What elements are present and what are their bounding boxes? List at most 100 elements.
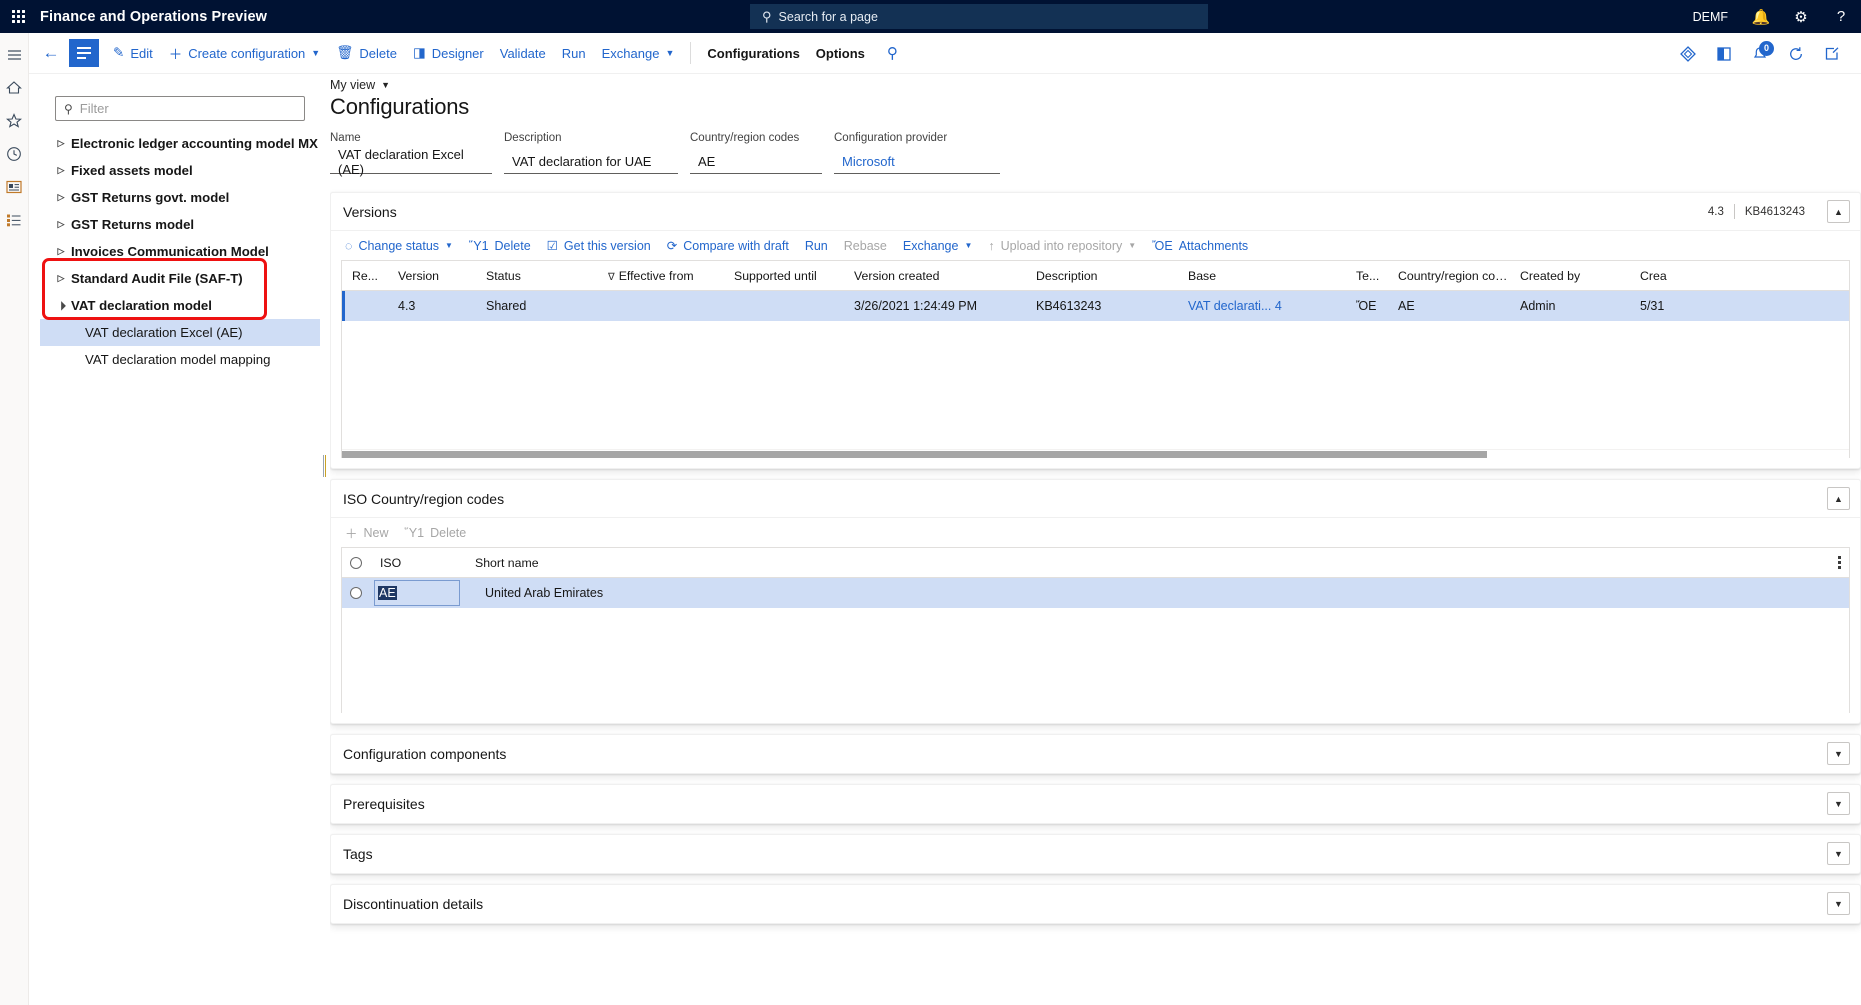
- notifications-count-icon[interactable]: 0: [1743, 37, 1777, 71]
- star-favorites-icon[interactable]: [0, 107, 29, 134]
- chevron-down-icon[interactable]: ▼: [1827, 842, 1850, 865]
- command-search-icon[interactable]: ⚲: [873, 39, 906, 67]
- tab-options[interactable]: Options: [808, 39, 873, 67]
- versions-grid-cell: 4.3: [398, 299, 416, 313]
- panel-open-icon[interactable]: [1707, 37, 1741, 71]
- tree-node[interactable]: ▷ Invoices Communication Model: [40, 238, 320, 265]
- collapsed-triangle-icon[interactable]: ▷: [51, 192, 71, 203]
- versions-column-header[interactable]: Base: [1178, 269, 1346, 283]
- attachments-button[interactable]: ὌE Attachments: [1144, 233, 1256, 259]
- view-selector[interactable]: My view ▼: [330, 78, 390, 92]
- versions-column-header[interactable]: Te...: [1346, 269, 1388, 283]
- tree-node[interactable]: VAT declaration Excel (AE): [40, 319, 320, 346]
- global-search-input[interactable]: ⚲ Search for a page: [750, 4, 1208, 29]
- scrollbar-thumb[interactable]: [342, 451, 1488, 458]
- versions-column-header[interactable]: Version created: [844, 269, 1026, 283]
- fasttab-tags[interactable]: Tags ▼: [330, 834, 1861, 874]
- collapsed-triangle-icon[interactable]: ▷: [51, 246, 71, 257]
- versions-grid-cell[interactable]: VAT declarati... 4: [1178, 299, 1346, 313]
- versions-column-header[interactable]: Re...: [342, 269, 388, 283]
- iso-column-short-name[interactable]: Short name: [465, 556, 765, 570]
- column-options-icon[interactable]: [1838, 556, 1841, 569]
- versions-column-header[interactable]: Crea: [1630, 269, 1690, 283]
- select-all-radio[interactable]: [342, 556, 370, 569]
- create-configuration-button[interactable]: ＋ Create configuration ▼: [161, 39, 329, 67]
- versions-column-header[interactable]: Description: [1026, 269, 1178, 283]
- versions-grid-row[interactable]: 4.3 Shared 3/26/2021 1:24:49 PM KB4613243 VA…: [342, 291, 1849, 321]
- versions-column-header[interactable]: ∇ Effective from: [598, 269, 724, 283]
- versions-column-header[interactable]: Version: [388, 269, 476, 283]
- gear-icon[interactable]: ⚙: [1781, 0, 1821, 33]
- refresh-icon[interactable]: [1779, 37, 1813, 71]
- open-in-new-window-icon[interactable]: [1815, 37, 1849, 71]
- iso-collapse-button[interactable]: ▲: [1827, 487, 1850, 510]
- back-arrow-icon[interactable]: ←: [37, 39, 65, 67]
- chevron-down-icon[interactable]: ▼: [1827, 792, 1850, 815]
- modules-list-icon[interactable]: [0, 206, 29, 233]
- fasttab-discontinuation-details[interactable]: Discontinuation details ▼: [330, 884, 1861, 924]
- iso-column-iso[interactable]: ISO: [370, 556, 465, 570]
- collapsed-triangle-icon[interactable]: ▷: [51, 138, 71, 149]
- edit-button[interactable]: ✎ Edit: [105, 39, 161, 67]
- top-navigation-bar: Finance and Operations Preview ⚲ Search …: [0, 0, 1861, 33]
- versions-column-header[interactable]: Status: [476, 269, 598, 283]
- diagnostics-icon[interactable]: [1671, 37, 1705, 71]
- run-button[interactable]: Run: [554, 39, 594, 67]
- versions-horizontal-scrollbar[interactable]: [342, 449, 1849, 458]
- versions-column-header[interactable]: Supported until: [724, 269, 844, 283]
- header-field: Configuration provider Microsoft: [834, 132, 1012, 174]
- exchange-menu-button[interactable]: Exchange ▼: [594, 39, 683, 67]
- versions-collapse-button[interactable]: ▲: [1827, 200, 1850, 223]
- question-mark-icon[interactable]: ?: [1821, 0, 1861, 33]
- tree-node[interactable]: ◢ VAT declaration model: [40, 292, 320, 319]
- field-input[interactable]: VAT declaration Excel (AE): [330, 147, 492, 177]
- fasttab-header[interactable]: Tags ▼: [331, 835, 1860, 873]
- expanded-triangle-icon[interactable]: ◢: [51, 295, 72, 316]
- tree-node[interactable]: ▷ Fixed assets model: [40, 157, 320, 184]
- bell-icon[interactable]: 🔔: [1741, 0, 1781, 33]
- collapsed-triangle-icon[interactable]: ▷: [51, 165, 71, 176]
- versions-column-header[interactable]: Country/region codes: [1388, 269, 1510, 283]
- delete-button[interactable]: 🗑 Delete: [328, 39, 405, 67]
- versions-column-header[interactable]: Created by: [1510, 269, 1630, 283]
- fasttab-header[interactable]: Discontinuation details ▼: [331, 885, 1860, 923]
- field-input[interactable]: Microsoft: [834, 150, 1000, 174]
- chevron-down-icon[interactable]: ▼: [1827, 892, 1850, 915]
- hamburger-menu-icon[interactable]: [0, 41, 29, 68]
- delete-button[interactable]: Ὕ1 Delete: [461, 233, 539, 259]
- company-selector[interactable]: DEMF: [1680, 0, 1741, 33]
- fasttab-configuration-components[interactable]: Configuration components ▼: [330, 734, 1861, 774]
- designer-button[interactable]: ◨ Designer: [405, 39, 492, 67]
- tab-configurations[interactable]: Configurations: [699, 39, 807, 67]
- validate-button[interactable]: Validate: [492, 39, 554, 67]
- workspaces-icon[interactable]: [0, 173, 29, 200]
- iso-grid-row[interactable]: AE United Arab Emirates: [342, 578, 1849, 608]
- iso-cell-editing[interactable]: AE: [374, 580, 460, 606]
- app-launcher-icon[interactable]: [0, 0, 36, 33]
- run-button[interactable]: Run: [797, 233, 836, 259]
- filter-input[interactable]: ⚲ Filter: [55, 96, 305, 121]
- panel-splitter[interactable]: [320, 96, 328, 836]
- field-input[interactable]: AE: [690, 150, 822, 174]
- get-this-version-button[interactable]: ☑ Get this version: [539, 233, 659, 259]
- compare-with-draft-button[interactable]: ⟳ Compare with draft: [659, 233, 797, 259]
- tree-node[interactable]: ▷ GST Returns model: [40, 211, 320, 238]
- fasttab-header[interactable]: Configuration components ▼: [331, 735, 1860, 773]
- fasttab-header[interactable]: Prerequisites ▼: [331, 785, 1860, 823]
- change-status-button[interactable]: ◌ Change status ▼: [337, 233, 461, 259]
- chevron-down-icon[interactable]: ▼: [1827, 742, 1850, 765]
- clock-recent-icon[interactable]: [0, 140, 29, 167]
- fasttab-prerequisites[interactable]: Prerequisites ▼: [330, 784, 1861, 824]
- filter-funnel-icon[interactable]: ∇: [608, 272, 615, 283]
- collapsed-triangle-icon[interactable]: ▷: [51, 273, 71, 284]
- tree-node[interactable]: VAT declaration model mapping: [40, 346, 320, 373]
- tree-node[interactable]: ▷ Standard Audit File (SAF-T): [40, 265, 320, 292]
- row-select-radio[interactable]: [342, 587, 370, 599]
- home-icon[interactable]: [0, 74, 29, 101]
- collapsed-triangle-icon[interactable]: ▷: [51, 219, 71, 230]
- show-list-icon[interactable]: [69, 39, 99, 67]
- tree-node[interactable]: ▷ Electronic ledger accounting model MX: [40, 130, 320, 157]
- exchange-button[interactable]: Exchange ▼: [895, 233, 981, 259]
- field-input[interactable]: VAT declaration for UAE: [504, 150, 678, 174]
- tree-node[interactable]: ▷ GST Returns govt. model: [40, 184, 320, 211]
